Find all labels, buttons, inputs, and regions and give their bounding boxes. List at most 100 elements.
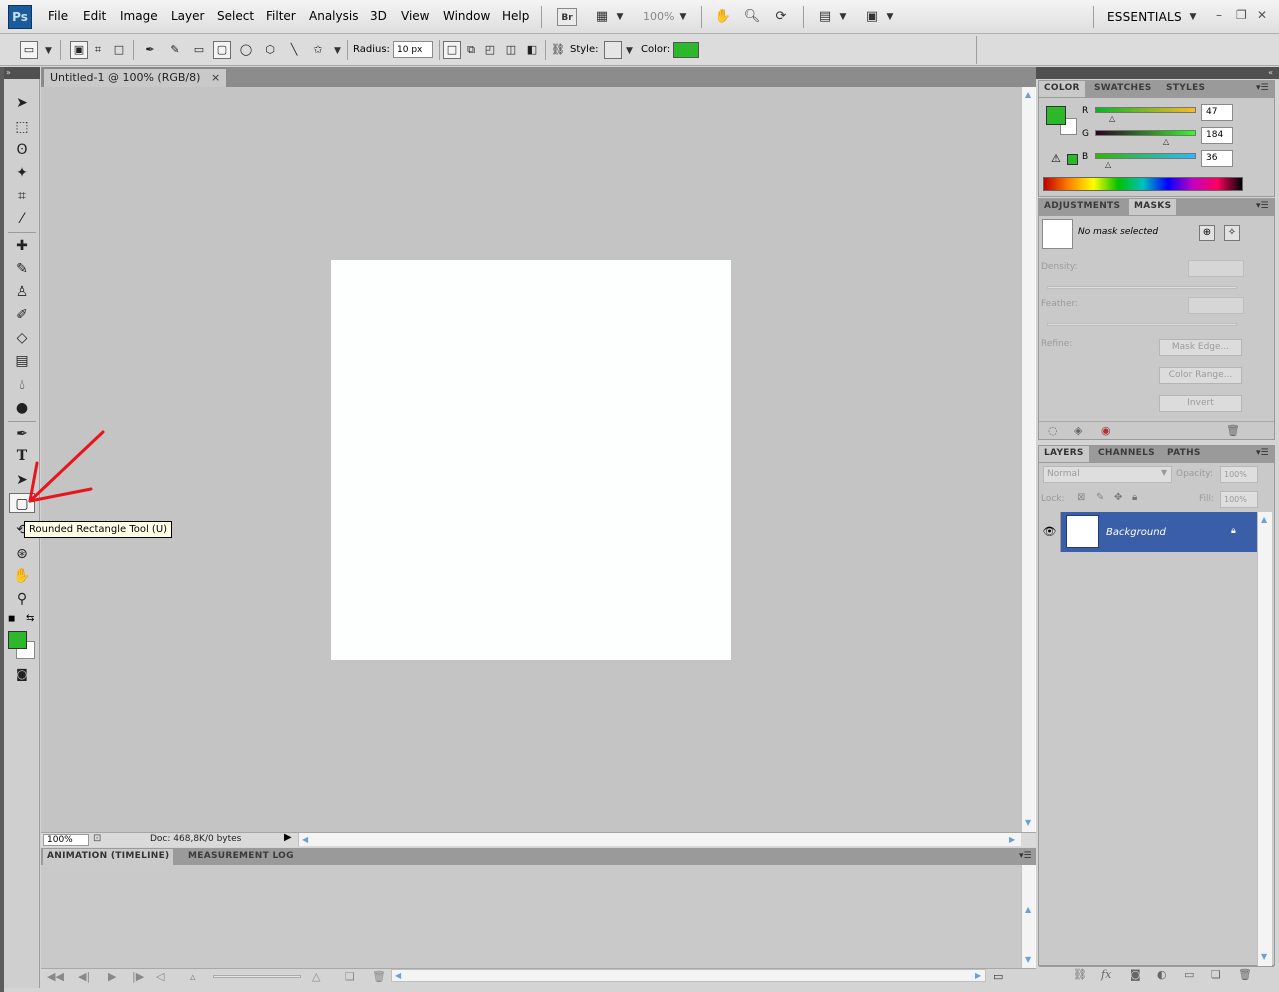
hand-icon[interactable]: ✋ bbox=[713, 8, 733, 26]
link-layers-icon[interactable]: ⛓ bbox=[1073, 968, 1087, 981]
scroll-right-icon[interactable]: ▶ bbox=[975, 971, 981, 980]
arrange-documents-icon[interactable]: ▤ bbox=[815, 8, 835, 26]
style-swatch[interactable] bbox=[604, 41, 622, 59]
eraser-icon[interactable]: ◇ bbox=[10, 328, 34, 348]
tab-color[interactable]: COLOR bbox=[1039, 81, 1085, 97]
blur-icon[interactable]: 💧︎ bbox=[10, 375, 34, 395]
slider-thumb-icon[interactable]: △ bbox=[1109, 114, 1115, 123]
hand-icon[interactable]: ✋ bbox=[10, 566, 34, 586]
next-frame-icon[interactable]: |▶ bbox=[132, 970, 144, 983]
convert-to-frames-icon[interactable]: ▭ bbox=[993, 970, 1003, 983]
ellipse-icon[interactable]: ◯ bbox=[237, 41, 255, 59]
new-layer-icon[interactable]: ❏ bbox=[1211, 968, 1221, 981]
document-canvas[interactable] bbox=[331, 260, 731, 660]
chevron-down-icon[interactable]: ▼ bbox=[1189, 8, 1197, 26]
status-zoom-field[interactable]: 100% bbox=[43, 834, 89, 846]
menu-help[interactable]: Help bbox=[502, 9, 529, 23]
menu-edit[interactable]: Edit bbox=[83, 9, 106, 23]
tab-paths[interactable]: PATHS bbox=[1162, 446, 1206, 462]
scroll-up-icon[interactable]: ▲ bbox=[1025, 905, 1031, 914]
zoom-in-timeline-icon[interactable]: △ bbox=[312, 970, 320, 983]
lock-position-icon[interactable]: ✥ bbox=[1114, 492, 1122, 503]
exclude-overlap-icon[interactable]: ◧ bbox=[523, 41, 541, 59]
menu-view[interactable]: View bbox=[401, 9, 429, 23]
magic-wand-icon[interactable]: ✦ bbox=[10, 163, 34, 183]
link-icon[interactable]: ⛓ bbox=[549, 41, 567, 59]
lasso-icon[interactable]: ʘ bbox=[10, 140, 34, 160]
healing-brush-icon[interactable]: ✚ bbox=[10, 236, 34, 256]
menu-file[interactable]: File bbox=[48, 9, 68, 23]
freeform-pen-icon[interactable]: ✎ bbox=[166, 41, 184, 59]
chevron-down-icon[interactable]: ▼ bbox=[1161, 468, 1167, 477]
subtract-shape-icon[interactable]: ◰ bbox=[481, 41, 499, 59]
close-icon[interactable]: × bbox=[211, 71, 220, 84]
default-colors-icon[interactable]: ◼ bbox=[8, 614, 15, 624]
eyedropper-icon[interactable]: ⁄ bbox=[10, 209, 34, 229]
channel-g-input[interactable]: 184 bbox=[1201, 127, 1233, 144]
shape-color-swatch[interactable] bbox=[673, 42, 699, 58]
invert-button[interactable]: Invert bbox=[1159, 395, 1242, 412]
gradient-icon[interactable]: ▤ bbox=[10, 351, 34, 371]
clone-stamp-icon[interactable]: ♙ bbox=[10, 282, 34, 302]
screen-mode-icon[interactable]: ▣ bbox=[862, 8, 882, 26]
play-icon[interactable]: ▶ bbox=[108, 970, 116, 983]
marquee-icon[interactable]: ⬚ bbox=[10, 117, 34, 137]
dodge-icon[interactable]: ● bbox=[10, 398, 34, 418]
history-brush-icon[interactable]: ✐ bbox=[10, 305, 34, 325]
feather-slider[interactable] bbox=[1047, 323, 1237, 326]
chevron-down-icon[interactable]: ▼ bbox=[839, 8, 847, 26]
chevron-down-icon[interactable]: ▼ bbox=[45, 46, 52, 56]
scroll-left-icon[interactable]: ◀ bbox=[395, 971, 401, 980]
panel-dock-collapse-icon[interactable]: « bbox=[1036, 67, 1279, 79]
mask-edge-button[interactable]: Mask Edge... bbox=[1159, 339, 1242, 356]
scroll-down-icon[interactable]: ▼ bbox=[1025, 818, 1031, 827]
menu-window[interactable]: Window bbox=[443, 9, 490, 23]
add-mask-icon[interactable]: ◙ bbox=[1130, 968, 1141, 981]
move-icon[interactable]: ➤ bbox=[10, 93, 34, 113]
tab-channels[interactable]: CHANNELS bbox=[1093, 446, 1160, 462]
canvas-vertical-scrollbar[interactable]: ▲ ▼ bbox=[1021, 87, 1036, 832]
tab-measurement-log[interactable]: MEASUREMENT LOG bbox=[184, 849, 298, 865]
new-group-icon[interactable]: ▭ bbox=[1184, 968, 1194, 981]
view-extras-icon[interactable]: ▦ bbox=[592, 8, 612, 26]
adjustment-layer-icon[interactable]: ◐ bbox=[1157, 968, 1167, 981]
chevron-down-icon[interactable]: ▼ bbox=[334, 46, 341, 56]
lock-transparent-icon[interactable]: ⊠ bbox=[1077, 492, 1085, 503]
pen-icon[interactable]: ✒ bbox=[141, 41, 159, 59]
feather-input[interactable] bbox=[1188, 297, 1244, 314]
blend-mode-select[interactable]: Normal bbox=[1043, 466, 1172, 483]
tool-preset-icon[interactable]: ▭ bbox=[20, 41, 38, 59]
zoom-level-field[interactable]: 100% bbox=[643, 10, 674, 23]
color-spectrum-ramp[interactable] bbox=[1043, 177, 1243, 191]
add-vector-mask-icon[interactable]: ✧ bbox=[1224, 225, 1240, 241]
tab-styles[interactable]: STYLES bbox=[1161, 81, 1210, 97]
quick-mask-icon[interactable]: ◙ bbox=[10, 664, 34, 684]
rounded-rectangle-icon[interactable]: ▢ bbox=[213, 41, 231, 59]
panel-menu-icon[interactable]: ▾☰ bbox=[1256, 201, 1269, 211]
lock-all-icon[interactable]: 🔒︎ bbox=[1132, 492, 1137, 503]
menu-analysis[interactable]: Analysis bbox=[309, 9, 358, 23]
audio-icon[interactable]: ◁ bbox=[156, 970, 164, 983]
swap-colors-icon[interactable]: ⇆ bbox=[26, 613, 34, 624]
density-input[interactable] bbox=[1188, 260, 1244, 277]
color-range-button[interactable]: Color Range... bbox=[1159, 367, 1242, 384]
density-slider[interactable] bbox=[1047, 286, 1237, 289]
menu-3d[interactable]: 3D bbox=[370, 9, 387, 23]
rectangle-icon[interactable]: ▭ bbox=[190, 41, 208, 59]
apply-mask-icon[interactable]: ◈ bbox=[1074, 424, 1082, 437]
gamut-swatch[interactable] bbox=[1067, 154, 1078, 165]
rotate-view-icon[interactable]: ⟳ bbox=[771, 8, 791, 26]
polygon-icon[interactable]: ⬡ bbox=[261, 41, 279, 59]
menu-layer[interactable]: Layer bbox=[171, 9, 204, 23]
foreground-color-swatch[interactable] bbox=[8, 631, 27, 649]
new-frame-icon[interactable]: ❏ bbox=[345, 970, 355, 983]
trash-icon[interactable]: 🗑︎ bbox=[372, 970, 386, 983]
layers-vertical-scrollbar[interactable]: ▲ ▼ bbox=[1257, 512, 1272, 967]
scroll-down-icon[interactable]: ▼ bbox=[1025, 955, 1031, 964]
channel-r-input[interactable]: 47 bbox=[1201, 104, 1233, 121]
menu-filter[interactable]: Filter bbox=[266, 9, 296, 23]
tab-adjustments[interactable]: ADJUSTMENTS bbox=[1039, 199, 1125, 215]
document-tab[interactable]: Untitled-1 @ 100% (RGB/8) bbox=[43, 68, 227, 87]
timeline-zoom-slider[interactable] bbox=[213, 975, 301, 978]
status-menu-arrow-icon[interactable]: ▶ bbox=[284, 832, 292, 843]
